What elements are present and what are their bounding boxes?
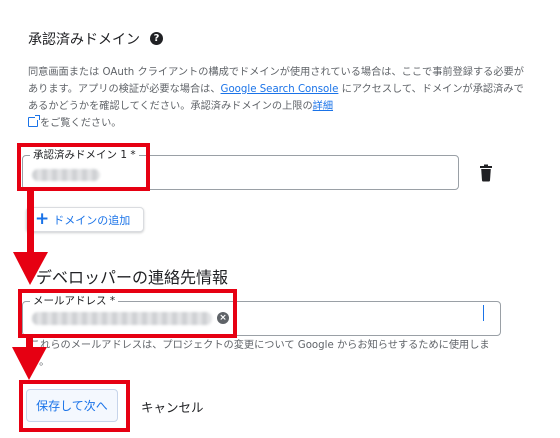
arrow-down-2 (12, 338, 47, 380)
arrow-down-1 (13, 191, 48, 285)
highlight-arrows (12, 191, 48, 380)
